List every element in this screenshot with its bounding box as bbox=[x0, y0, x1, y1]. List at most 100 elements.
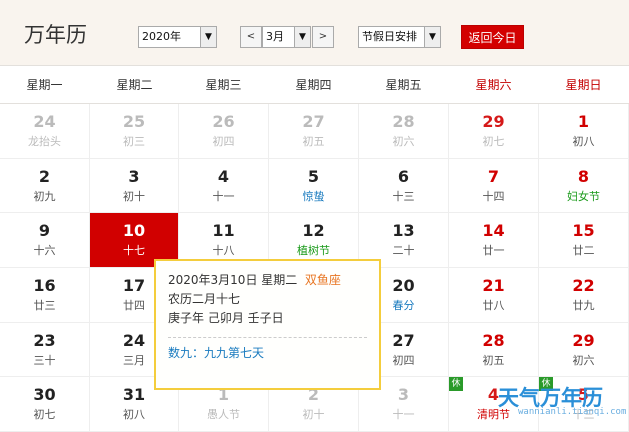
day-cell[interactable]: 28 初五 bbox=[449, 323, 539, 377]
lunar-label: 十一 bbox=[212, 190, 235, 203]
day-number: 13 bbox=[392, 221, 415, 240]
next-month-button[interactable]: > bbox=[312, 26, 334, 48]
day-cell[interactable]: 1 初八 bbox=[539, 104, 629, 159]
day-cell[interactable]: 22 廿九 bbox=[539, 268, 629, 323]
popup-zodiac: 双鱼座 bbox=[304, 273, 341, 287]
day-cell[interactable]: 16 廿三 bbox=[0, 268, 90, 323]
day-cell[interactable]: 28 初六 bbox=[359, 104, 449, 159]
lunar-label: 十四 bbox=[482, 190, 505, 203]
day-number: 27 bbox=[302, 112, 325, 131]
lunar-label: 十八 bbox=[212, 244, 235, 257]
popup-ganzhi: 庚子年 己卯月 壬子日 bbox=[168, 311, 284, 325]
lunar-label: 廿八 bbox=[482, 299, 505, 312]
day-number: 28 bbox=[482, 331, 505, 350]
popup-date-line: 2020年3月10日 星期二 双鱼座 bbox=[168, 271, 367, 290]
popup-divider bbox=[168, 337, 367, 338]
popup-shujiu-link[interactable]: 数九：九九第七天 bbox=[168, 344, 367, 363]
lunar-label: 初六 bbox=[572, 354, 595, 367]
day-cell[interactable]: 27 初五 bbox=[269, 104, 359, 159]
day-number: 2 bbox=[38, 167, 51, 186]
day-cell[interactable]: 8 妇女节 bbox=[539, 159, 629, 213]
day-number: 3 bbox=[128, 167, 140, 186]
lunar-label: 初八 bbox=[123, 408, 145, 421]
day-number: 7 bbox=[487, 167, 500, 186]
day-number: 30 bbox=[33, 385, 56, 404]
chevron-down-icon[interactable]: ▼ bbox=[294, 27, 310, 47]
day-cell[interactable]: 21 廿八 bbox=[449, 268, 539, 323]
day-number: 10 bbox=[122, 221, 146, 240]
lunar-label: 廿二 bbox=[572, 244, 595, 257]
day-number: 5 bbox=[307, 167, 320, 186]
day-number: 25 bbox=[122, 112, 146, 131]
lunar-label: 初六 bbox=[392, 135, 415, 148]
lunar-label: 三十 bbox=[33, 354, 56, 367]
weekday-label: 星期四 bbox=[295, 78, 332, 92]
day-cell[interactable]: 25 初三 bbox=[90, 104, 179, 159]
prev-month-button[interactable]: < bbox=[240, 26, 262, 48]
day-cell[interactable]: 23 三十 bbox=[0, 323, 90, 377]
weekday-label: 星期五 bbox=[385, 78, 422, 92]
lunar-label: 初五 bbox=[482, 354, 505, 367]
day-number: 24 bbox=[33, 112, 56, 131]
weekday-label: 星期日 bbox=[565, 78, 602, 92]
day-cell[interactable]: 15 廿二 bbox=[539, 213, 629, 268]
day-cell[interactable]: 4 十一 bbox=[179, 159, 269, 213]
holiday-select[interactable]: 节假日安排 ▼ bbox=[358, 26, 441, 48]
lunar-label: 愚人节 bbox=[207, 408, 240, 421]
lunar-label: 初五 bbox=[302, 135, 325, 148]
lunar-label: 初四 bbox=[212, 135, 235, 148]
day-cell[interactable]: 2 初九 bbox=[0, 159, 90, 213]
day-number: 14 bbox=[482, 221, 505, 240]
day-number: 21 bbox=[482, 276, 505, 295]
site-watermark: 天气万年历 wannianli.tianqi.com bbox=[498, 382, 629, 432]
day-cell[interactable]: 5 惊蛰 bbox=[269, 159, 359, 213]
day-cell[interactable]: 7 十四 bbox=[449, 159, 539, 213]
lunar-label: 初十 bbox=[302, 408, 325, 421]
day-number: 23 bbox=[33, 331, 56, 350]
lunar-label: 惊蛰 bbox=[302, 190, 325, 203]
day-number: 29 bbox=[572, 331, 595, 350]
month-select[interactable]: 3月 ▼ bbox=[262, 26, 311, 48]
day-number: 9 bbox=[38, 221, 51, 240]
chevron-down-icon[interactable]: ▼ bbox=[424, 27, 440, 47]
day-number: 8 bbox=[577, 167, 590, 186]
day-cell[interactable]: 29 初六 bbox=[539, 323, 629, 377]
lunar-label: 初十 bbox=[123, 190, 145, 203]
weekday-label: 星期三 bbox=[205, 78, 242, 92]
day-cell[interactable]: 29 初七 bbox=[449, 104, 539, 159]
lunar-label: 植树节 bbox=[297, 244, 330, 257]
day-number: 1 bbox=[577, 112, 590, 131]
lunar-label: 二十 bbox=[392, 244, 415, 257]
day-number: 6 bbox=[397, 167, 410, 186]
weekday-label: 星期二 bbox=[116, 78, 153, 92]
day-cell[interactable]: 14 廿一 bbox=[449, 213, 539, 268]
popup-date: 2020年3月10日 星期二 bbox=[168, 273, 298, 287]
day-cell[interactable]: 3 初十 bbox=[90, 159, 179, 213]
day-number: 11 bbox=[212, 221, 235, 240]
lunar-label: 初七 bbox=[482, 135, 505, 148]
day-cell[interactable]: 6 十三 bbox=[359, 159, 449, 213]
day-number: 16 bbox=[33, 276, 56, 295]
return-today-button[interactable]: 返回今日 bbox=[461, 25, 524, 49]
day-number: 28 bbox=[392, 112, 415, 131]
watermark-url: wannianli.tianqi.com bbox=[518, 407, 627, 417]
lunar-label: 十一 bbox=[392, 408, 415, 421]
day-number: 12 bbox=[302, 221, 325, 240]
day-cell[interactable]: 24 龙抬头 bbox=[0, 104, 90, 159]
year-select[interactable]: 2020年 ▼ bbox=[138, 26, 217, 48]
weekday-label: 星期一 bbox=[26, 78, 63, 92]
holiday-select-value: 节假日安排 bbox=[362, 30, 417, 43]
chevron-down-icon[interactable]: ▼ bbox=[200, 27, 216, 47]
lunar-label: 初九 bbox=[33, 190, 56, 203]
page-title: 万年历 bbox=[24, 23, 87, 47]
day-number: 22 bbox=[572, 276, 595, 295]
lunar-label: 初三 bbox=[123, 135, 145, 148]
day-cell[interactable]: 30 初七 bbox=[0, 377, 90, 432]
day-cell[interactable]: 26 初四 bbox=[179, 104, 269, 159]
lunar-label: 龙抬头 bbox=[28, 135, 61, 148]
month-select-value: 3月 bbox=[266, 30, 284, 43]
day-detail-popup: 2020年3月10日 星期二 双鱼座 农历二月十七 庚子年 己卯月 壬子日 数九… bbox=[154, 259, 381, 390]
popup-lunar: 农历二月十七 bbox=[168, 292, 241, 306]
lunar-label: 廿一 bbox=[482, 244, 505, 257]
day-cell[interactable]: 9 十六 bbox=[0, 213, 90, 268]
